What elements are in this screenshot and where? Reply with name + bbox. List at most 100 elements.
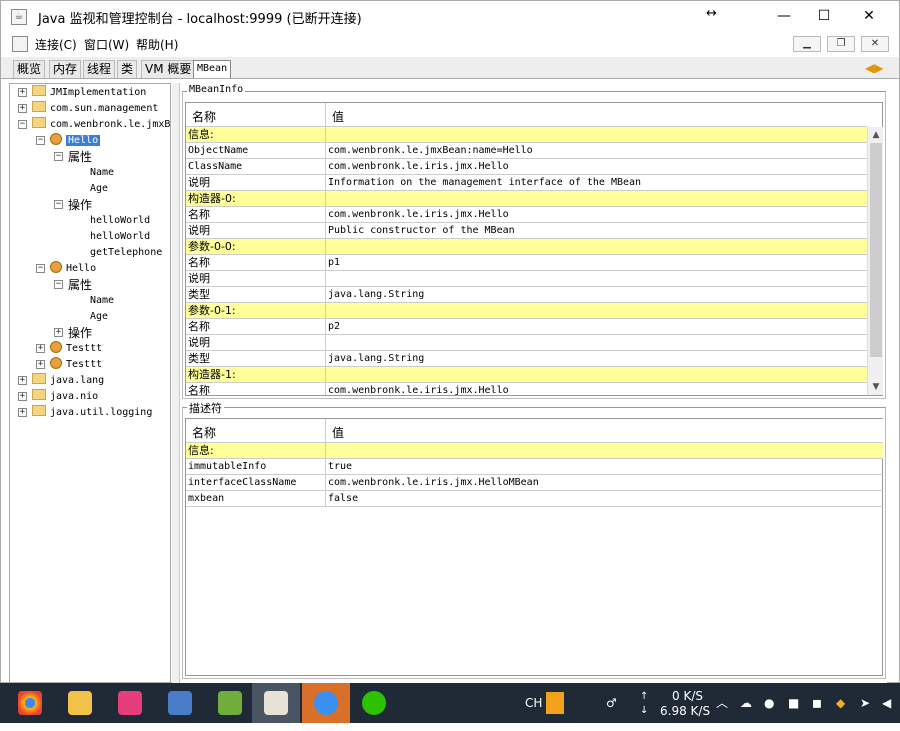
tab-scroll-arrows-icon[interactable]: ◀▶ xyxy=(865,61,883,75)
table-row[interactable]: 信息: xyxy=(186,443,883,459)
tree-toggle-expand-icon[interactable]: + xyxy=(36,360,45,369)
file-explorer-icon[interactable] xyxy=(56,683,104,723)
wechat-tray-icon[interactable]: ● xyxy=(764,683,774,723)
scroll-down-arrow-icon[interactable]: ▼ xyxy=(868,379,884,395)
tree-node[interactable]: Name xyxy=(90,293,114,309)
close-button[interactable]: ✕ xyxy=(846,1,892,32)
table-row[interactable]: 参数-0-1: xyxy=(186,303,867,319)
table-row[interactable]: ObjectName com.wenbronk.le.jmxBean:name=H… xyxy=(186,143,867,159)
tree-node[interactable]: JMImplementation xyxy=(32,85,146,101)
chrome-icon[interactable] xyxy=(6,683,54,723)
table-row[interactable]: 说明 Public constructor of the MBean xyxy=(186,223,867,239)
tree-toggle-expand-icon[interactable]: + xyxy=(18,408,27,417)
notepad-icon[interactable] xyxy=(206,683,254,723)
app-tray-icon[interactable]: ■ xyxy=(788,683,799,723)
tree-toggle-collapse-icon[interactable]: − xyxy=(54,152,63,161)
onedrive-icon[interactable]: ☁ xyxy=(740,683,752,723)
tree-toggle-expand-icon[interactable]: + xyxy=(18,104,27,113)
tree-node[interactable]: 属性 xyxy=(68,149,92,165)
tree-node[interactable]: Hello xyxy=(50,261,96,277)
tree-node[interactable]: Age xyxy=(90,309,108,325)
tab-overview[interactable]: 概览 xyxy=(13,60,46,78)
tree-toggle-expand-icon[interactable]: + xyxy=(36,344,45,353)
remote-desktop-icon[interactable] xyxy=(156,683,204,723)
frame-minimize-button[interactable]: ▁ xyxy=(793,36,821,52)
table-row[interactable]: 类型 java.lang.String xyxy=(186,287,867,303)
table-row[interactable]: immutableInfo true xyxy=(186,459,883,475)
table-row[interactable]: 说明 xyxy=(186,271,867,287)
ime-indicator[interactable]: CH xyxy=(525,683,542,723)
column-header-name[interactable]: 名称 xyxy=(192,424,216,441)
tree-toggle-collapse-icon[interactable]: − xyxy=(36,136,45,145)
table-row[interactable]: ClassName com.wenbronk.le.iris.jmx.Hello xyxy=(186,159,867,175)
bilibili-tray-icon[interactable] xyxy=(546,692,564,714)
tree-node[interactable]: com.sun.management xyxy=(32,101,158,117)
table-row[interactable]: 说明 Information on the management interfac… xyxy=(186,175,867,191)
menu-help[interactable]: 帮助(H) xyxy=(136,36,178,53)
tree-node[interactable]: Age xyxy=(90,181,108,197)
show-hidden-icons-icon[interactable]: ︿ xyxy=(716,683,728,723)
tree-node[interactable]: Testtt xyxy=(50,357,102,373)
table-row[interactable]: interfaceClassName com.wenbronk.le.iris.j… xyxy=(186,475,883,491)
tree-node[interactable]: getTelephone xyxy=(90,245,162,261)
tree-toggle-collapse-icon[interactable]: − xyxy=(18,120,27,129)
menu-connection[interactable]: 连接(C) xyxy=(35,36,77,53)
tree-toggle-collapse-icon[interactable]: − xyxy=(54,200,63,209)
mbean-tree[interactable]: + JMImplementation + com.sun.management − com… xyxy=(9,83,171,683)
tree-node[interactable]: Testtt xyxy=(50,341,102,357)
tree-toggle-expand-icon[interactable]: + xyxy=(54,328,63,337)
tab-vm-summary[interactable]: VM 概要 xyxy=(141,60,196,78)
mbeaninfo-scrollbar[interactable]: ▲ ▼ xyxy=(867,127,883,395)
scroll-thumb[interactable] xyxy=(870,143,882,357)
table-row[interactable]: 说明 xyxy=(186,335,867,351)
tree-toggle-expand-icon[interactable]: + xyxy=(18,376,27,385)
column-header-name[interactable]: 名称 xyxy=(192,108,216,125)
table-row[interactable]: 类型 java.lang.String xyxy=(186,351,867,367)
scroll-up-arrow-icon[interactable]: ▲ xyxy=(868,127,884,143)
wechat-icon[interactable] xyxy=(350,683,398,723)
tree-node[interactable]: com.wenbronk.le.jmxB xyxy=(32,117,170,133)
intellij-icon[interactable] xyxy=(106,683,154,723)
send-tray-icon[interactable]: ➤ xyxy=(860,683,870,723)
frame-close-button[interactable]: ✕ xyxy=(861,36,889,52)
menu-window[interactable]: 窗口(W) xyxy=(84,36,129,53)
table-row[interactable]: 信息: xyxy=(186,127,867,143)
column-header-value[interactable]: 值 xyxy=(332,108,344,125)
frame-restore-button[interactable]: ❐ xyxy=(827,36,855,52)
people-tray-icon[interactable]: ♂ xyxy=(606,683,617,723)
tree-node[interactable]: Name xyxy=(90,165,114,181)
tree-node[interactable]: java.nio xyxy=(32,389,98,405)
column-divider[interactable] xyxy=(325,419,326,443)
tab-threads[interactable]: 线程 xyxy=(83,60,116,78)
tree-toggle-expand-icon[interactable]: + xyxy=(18,88,27,97)
tree-node-selected[interactable]: Hello xyxy=(50,133,101,149)
tab-classes[interactable]: 类 xyxy=(117,60,138,78)
descriptor-table[interactable]: 名称 值 信息: immutableInfo true interfaceClassN… xyxy=(185,418,883,676)
teamviewer-tray-icon[interactable]: ◼ xyxy=(812,683,822,723)
column-divider[interactable] xyxy=(325,103,326,127)
table-row[interactable]: mxbean false xyxy=(186,491,883,507)
tree-node[interactable]: helloWorld xyxy=(90,229,150,245)
tree-node[interactable]: 操作 xyxy=(68,325,92,341)
mbeaninfo-table[interactable]: 名称 值 信息: ObjectName com.wenbronk.le.jmxBea… xyxy=(185,102,883,396)
tab-memory[interactable]: 内存 xyxy=(49,60,82,78)
title-bar[interactable]: ☕ Java 监视和管理控制台 - localhost:9999 (已断开连接)… xyxy=(1,1,899,32)
security-tray-icon[interactable]: ◆ xyxy=(836,683,845,723)
tree-node[interactable]: 操作 xyxy=(68,197,92,213)
tree-toggle-collapse-icon[interactable]: − xyxy=(36,264,45,273)
tree-toggle-collapse-icon[interactable]: − xyxy=(54,280,63,289)
table-row[interactable]: 参数-0-0: xyxy=(186,239,867,255)
table-row[interactable]: 构造器-1: xyxy=(186,367,867,383)
maximize-button[interactable]: ☐ xyxy=(801,1,847,32)
volume-tray-icon[interactable]: ◀ xyxy=(882,683,891,723)
tree-node[interactable]: java.lang xyxy=(32,373,104,389)
tree-toggle-expand-icon[interactable]: + xyxy=(18,392,27,401)
table-row[interactable]: 名称 com.wenbronk.le.iris.jmx.Hello xyxy=(186,383,867,395)
column-header-value[interactable]: 值 xyxy=(332,424,344,441)
star-app-icon[interactable] xyxy=(302,683,350,723)
table-row[interactable]: 名称 com.wenbronk.le.iris.jmx.Hello xyxy=(186,207,867,223)
table-row[interactable]: 名称 p2 xyxy=(186,319,867,335)
tree-node[interactable]: java.util.logging xyxy=(32,405,152,421)
table-row[interactable]: 名称 p1 xyxy=(186,255,867,271)
java-console-icon[interactable] xyxy=(252,683,300,723)
